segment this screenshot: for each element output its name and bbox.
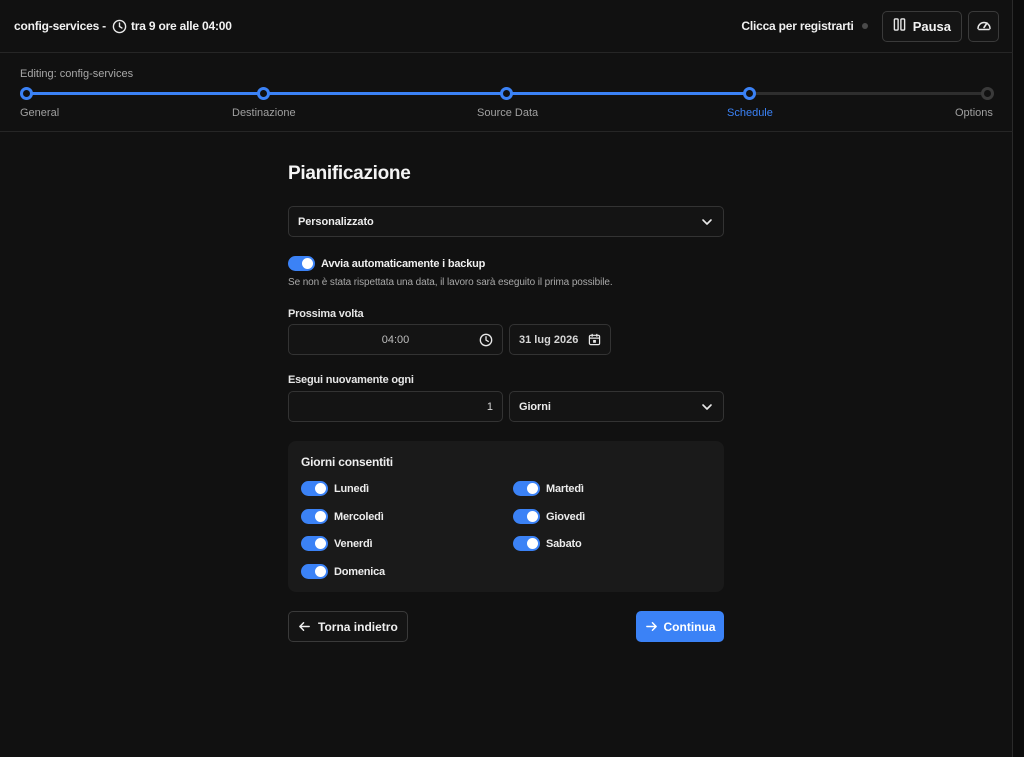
day-toggle-lunedi[interactable] (301, 481, 328, 496)
chevron-down-icon (700, 215, 714, 229)
day-label-martedi: Martedì (546, 482, 584, 495)
next-time-label: Prossima volta (288, 308, 364, 320)
day-label-venerdi: Venerdì (334, 537, 373, 550)
back-label: Torna indietro (318, 619, 398, 634)
day-label-mercoledi: Mercoledì (334, 510, 384, 523)
repeat-unit-select[interactable]: Giorni (509, 391, 724, 422)
arrow-left-icon (298, 620, 311, 633)
day-label-lunedi: Lunedì (334, 482, 369, 495)
step-label-schedule[interactable]: Schedule (727, 107, 773, 119)
pause-icon (893, 18, 906, 34)
step-label-general[interactable]: General (20, 107, 59, 119)
calendar-icon[interactable] (588, 333, 601, 346)
pause-label: Pausa (912, 18, 951, 34)
repeat-value-input[interactable]: 1 (288, 391, 503, 422)
chevron-down-icon (700, 400, 714, 414)
day-row-venerdi: Venerdì (301, 536, 373, 551)
day-label-sabato: Sabato (546, 537, 582, 550)
register-link[interactable]: Clicca per registrarti (741, 19, 854, 33)
back-button[interactable]: Torna indietro (288, 611, 408, 642)
next-time-input[interactable]: 04:00 (288, 324, 503, 355)
day-row-domenica: Domenica (301, 564, 385, 579)
schedule-form: Pianificazione Personalizzato Avvia auto… (288, 163, 724, 642)
auto-start-row: Avvia automaticamente i backup (288, 256, 485, 271)
day-toggle-venerdi[interactable] (301, 536, 328, 551)
continue-button[interactable]: Continua (636, 611, 724, 642)
editing-label: Editing: config-services (20, 68, 134, 80)
top-bar: config-services - tra 9 ore alle 04:00 C… (0, 0, 1013, 53)
status-dot (861, 23, 868, 29)
day-row-mercoledi: Mercoledì (301, 509, 384, 524)
page-title: Pianificazione (288, 163, 411, 184)
pause-button[interactable]: Pausa (881, 10, 962, 42)
auto-start-toggle[interactable] (288, 256, 315, 271)
stepper-progress (26, 92, 747, 95)
next-date-input[interactable]: 31 lug 2026 (509, 324, 611, 355)
next-date-value: 31 lug 2026 (519, 333, 579, 346)
day-row-sabato: Sabato (513, 536, 582, 551)
allowed-days-title: Giorni consentiti (301, 455, 393, 469)
step-dot-source-data[interactable] (500, 87, 513, 100)
day-toggle-sabato[interactable] (513, 536, 540, 551)
scrollbar-gutter[interactable] (1013, 0, 1024, 757)
allowed-days-card: Giorni consentiti Lunedì Martedì Mercole… (288, 441, 724, 592)
step-dot-destinazione[interactable] (257, 87, 270, 100)
day-toggle-martedi[interactable] (513, 481, 540, 496)
gauge-icon (976, 17, 992, 36)
step-dot-options[interactable] (981, 87, 994, 100)
step-label-source-data[interactable]: Source Data (477, 107, 538, 119)
step-label-destinazione[interactable]: Destinazione (232, 107, 296, 119)
day-row-lunedi: Lunedì (301, 481, 369, 496)
gauge-button[interactable] (968, 10, 999, 42)
day-row-martedi: Martedì (513, 481, 584, 496)
clock-icon (112, 19, 127, 34)
job-name: config-services - (14, 19, 106, 33)
wizard-stepper: Editing: config-services General Destina… (0, 54, 1013, 132)
next-run-text: tra 9 ore alle 04:00 (130, 19, 232, 33)
schedule-type-select[interactable]: Personalizzato (288, 206, 724, 237)
step-dot-general[interactable] (20, 87, 33, 100)
clock-icon[interactable] (479, 333, 493, 347)
auto-start-hint: Se non è stata rispettata una data, il l… (288, 277, 613, 288)
next-time-value: 04:00 (381, 333, 410, 346)
app-window: config-services - tra 9 ore alle 04:00 C… (0, 0, 1013, 757)
auto-start-label: Avvia automaticamente i backup (321, 257, 486, 270)
day-row-giovedi: Giovedì (513, 509, 585, 524)
day-label-domenica: Domenica (334, 565, 385, 578)
day-label-giovedi: Giovedì (546, 510, 585, 523)
repeat-value: 1 (486, 400, 493, 413)
repeat-label: Esegui nuovamente ogni (288, 374, 414, 386)
continue-label: Continua (663, 619, 716, 634)
day-toggle-giovedi[interactable] (513, 509, 540, 524)
arrow-right-icon (645, 620, 658, 633)
day-toggle-domenica[interactable] (301, 564, 328, 579)
step-label-options[interactable]: Options (955, 107, 993, 119)
schedule-type-value: Personalizzato (298, 215, 374, 228)
day-toggle-mercoledi[interactable] (301, 509, 328, 524)
top-bar-actions: Clicca per registrarti Pausa (741, 10, 999, 42)
repeat-unit-value: Giorni (519, 400, 551, 413)
step-dot-schedule[interactable] (743, 87, 756, 100)
